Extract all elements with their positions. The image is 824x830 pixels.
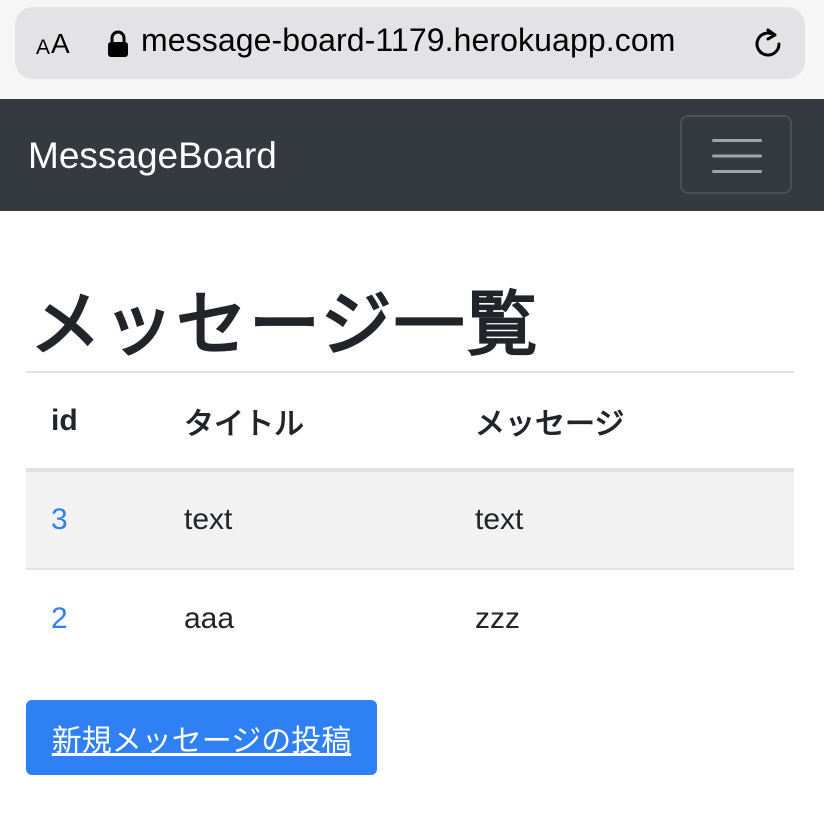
- navbar-toggle-button[interactable]: [680, 115, 792, 194]
- table-header-row: id タイトル メッセージ: [26, 371, 794, 472]
- reload-icon[interactable]: [752, 27, 786, 61]
- messages-table: id タイトル メッセージ 3 text text 2 aaa zzz: [26, 371, 794, 668]
- new-message-button[interactable]: 新規メッセージの投稿: [26, 700, 377, 775]
- lock-icon: [108, 30, 128, 57]
- text-size-button[interactable]: AA: [36, 24, 70, 60]
- browser-toolbar: AA message-board-1179.herokuapp.com: [0, 0, 824, 99]
- table-row: 3 text text: [26, 470, 794, 570]
- table-row: 2 aaa zzz: [26, 569, 794, 668]
- text-size-small-glyph: A: [36, 36, 51, 59]
- url-text[interactable]: message-board-1179.herokuapp.com: [141, 22, 675, 59]
- cell-id: 3: [26, 470, 159, 570]
- cell-title: text: [159, 470, 450, 570]
- cell-title: aaa: [184, 602, 235, 635]
- cell-message: text: [450, 470, 794, 570]
- column-header-id: id: [26, 371, 159, 472]
- navbar: MessageBoard: [0, 99, 824, 211]
- message-id-link[interactable]: 2: [51, 602, 68, 635]
- message-id-link[interactable]: 3: [51, 503, 68, 536]
- page-title: メッセージ一覧: [30, 286, 540, 365]
- hamburger-icon: [712, 139, 762, 173]
- column-header-message: メッセージ: [450, 371, 794, 472]
- cell-id: 2: [26, 569, 159, 668]
- navbar-brand[interactable]: MessageBoard: [28, 135, 277, 177]
- cell-message: zzz: [475, 602, 520, 635]
- column-header-title: タイトル: [159, 371, 450, 472]
- text-size-large-glyph: A: [51, 28, 70, 59]
